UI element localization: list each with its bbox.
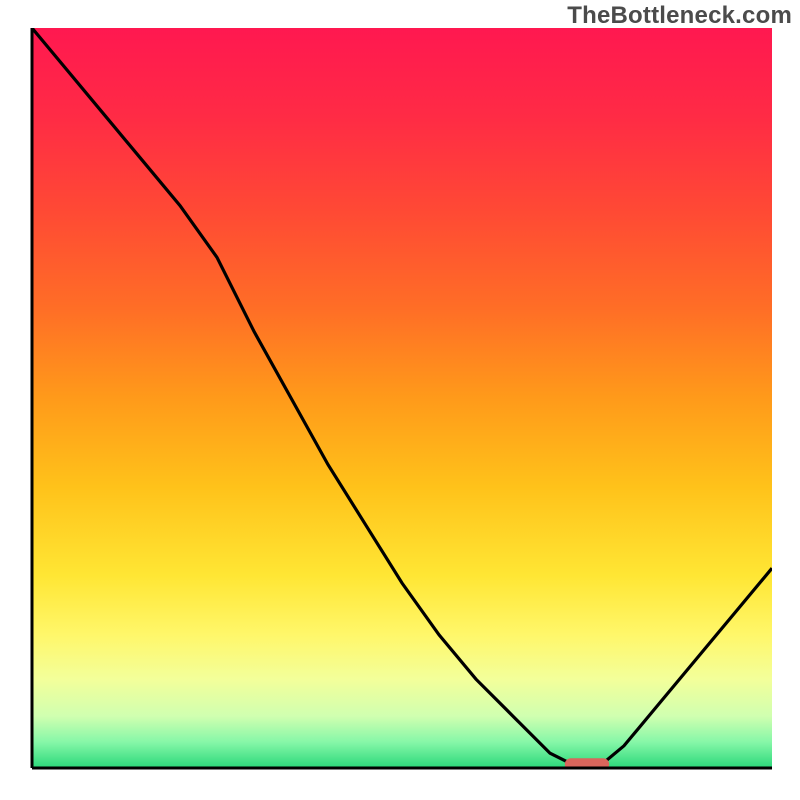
bottleneck-chart <box>0 0 800 800</box>
gradient-background <box>32 28 772 768</box>
chart-container: TheBottleneck.com <box>0 0 800 800</box>
